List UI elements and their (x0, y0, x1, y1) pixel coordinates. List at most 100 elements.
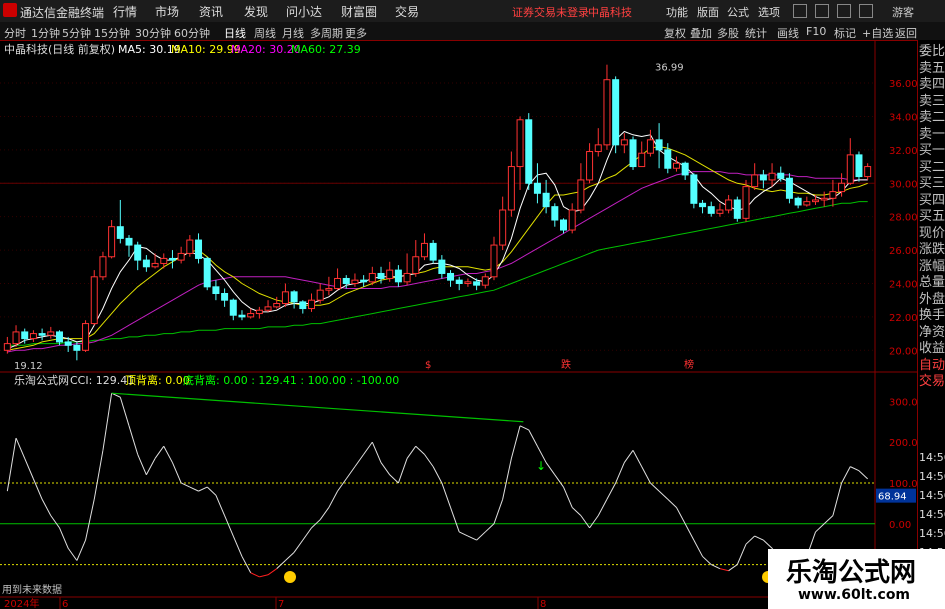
period-tab-3[interactable]: 15分钟 (94, 25, 130, 41)
cci-segment (658, 490, 669, 500)
candle-body (768, 172, 776, 181)
period-tab-2[interactable]: 5分钟 (62, 25, 91, 41)
maximize-icon[interactable] (837, 4, 851, 18)
cci-segment (15, 437, 26, 459)
menu-item-3[interactable]: 发现 (244, 3, 268, 20)
period-tab-6[interactable]: 日线 (224, 25, 246, 41)
side-item-8[interactable]: 买三 (919, 176, 945, 192)
side-item-4[interactable]: 卖二 (919, 110, 945, 126)
candle-body (73, 344, 81, 351)
side-item-13[interactable]: 涨幅 (919, 259, 945, 275)
side-item-3[interactable]: 卖三 (919, 94, 945, 110)
candle-body (151, 262, 159, 268)
tool-button-7[interactable]: +自选 (862, 25, 893, 41)
side-item-10[interactable]: 买五 (919, 209, 945, 225)
period-tab-5[interactable]: 60分钟 (174, 25, 210, 41)
candle-body (751, 174, 759, 188)
tool-button-2[interactable]: 多股 (717, 25, 739, 41)
tool-button-4[interactable]: 画线 (777, 25, 799, 41)
chart-area[interactable]: 36.00 34.00 32.00 30.00 28.00 26.00 24.00 22.00… (0, 40, 945, 609)
right-menu-item-2[interactable]: 公式 (727, 4, 749, 20)
indicator-title: 乐淘公式网 (14, 374, 69, 387)
tool-button-8[interactable]: 返回 (895, 25, 917, 41)
side-item-11[interactable]: 现价 (919, 226, 945, 242)
side-item-2[interactable]: 卖四 (919, 77, 945, 93)
candle-body (394, 269, 402, 283)
side-item-18[interactable]: 收益 (919, 341, 945, 357)
candle-body (38, 333, 46, 336)
candle-body (116, 226, 124, 239)
menu-item-4[interactable]: 问小达 (286, 3, 322, 20)
period-tab-4[interactable]: 30分钟 (135, 25, 171, 41)
period-tab-9[interactable]: 多周期 (310, 25, 343, 41)
price-tick-label: 24.00 (889, 279, 918, 290)
period-tab-1[interactable]: 1分钟 (31, 25, 60, 41)
side-item-14[interactable]: 总量 (919, 275, 945, 291)
candle-body (55, 331, 63, 343)
tool-button-1[interactable]: 叠加 (690, 25, 712, 41)
tool-button-3[interactable]: 统计 (745, 25, 767, 41)
candle-body (255, 309, 263, 315)
candle-body (12, 331, 20, 345)
cci-segment (823, 515, 834, 525)
period-tab-10[interactable]: 更多 (345, 25, 367, 41)
close-icon[interactable] (859, 4, 873, 18)
candle-body (481, 276, 489, 286)
top-divergence: 顶背离: 0.00 (125, 373, 190, 387)
cci-segment (459, 531, 469, 537)
right-menu-item-3[interactable]: 选项 (758, 4, 780, 20)
price-tick-label: 28.00 (889, 213, 918, 224)
menu-item-0[interactable]: 行情 (113, 3, 137, 20)
candle-body (594, 144, 602, 153)
cci-segment (545, 462, 556, 476)
side-item-12[interactable]: 涨跌 (919, 242, 945, 258)
candle-body (525, 119, 533, 184)
gear-icon[interactable] (793, 4, 807, 18)
login-notice[interactable]: 证券交易未登录 (512, 4, 589, 20)
side-item-17[interactable]: 净资 (919, 325, 945, 341)
cci-segment (554, 474, 564, 488)
side-item-16[interactable]: 换手 (919, 308, 945, 324)
candle-body (733, 199, 741, 219)
right-menu-item-0[interactable]: 功能 (666, 4, 688, 20)
tool-button-0[interactable]: 复权 (664, 25, 686, 41)
cci-segment (293, 539, 304, 553)
candle-body (281, 291, 289, 305)
menu-item-5[interactable]: 财富圈 (341, 3, 377, 20)
candle-body (82, 323, 90, 351)
cci-segment (519, 425, 529, 431)
guest-user[interactable]: 游客 (892, 4, 914, 20)
cci-segment (424, 454, 434, 467)
tool-button-6[interactable]: 标记 (834, 25, 856, 41)
side-item-9[interactable]: 买四 (919, 193, 945, 209)
candle-body (672, 162, 680, 169)
ma20-line (7, 171, 868, 353)
cci-segment (476, 531, 486, 541)
menu-item-2[interactable]: 资讯 (199, 3, 223, 20)
side-item-19[interactable]: 自动 (919, 358, 945, 374)
side-item-20[interactable]: 交易 (919, 374, 945, 390)
tool-button-5[interactable]: F10 (806, 25, 826, 38)
menu-item-1[interactable]: 市场 (155, 3, 179, 20)
candle-body (716, 209, 724, 214)
cci-segment (206, 486, 217, 496)
side-item-5[interactable]: 卖一 (919, 127, 945, 143)
side-item-15[interactable]: 外盘 (919, 292, 945, 308)
candle-body (542, 192, 550, 208)
cci-segment (180, 482, 191, 488)
period-tab-0[interactable]: 分时 (4, 25, 26, 41)
cci-segment (510, 425, 521, 459)
menu-item-6[interactable]: 交易 (395, 3, 419, 20)
side-item-6[interactable]: 买一 (919, 143, 945, 159)
watermark-logo: 乐淘公式网 www.60lt.com (768, 549, 945, 609)
right-menu-item-1[interactable]: 版面 (697, 4, 719, 20)
side-item-7[interactable]: 买二 (919, 160, 945, 176)
side-item-1[interactable]: 卖五 (919, 61, 945, 77)
smiley-icon (284, 571, 296, 583)
cci-segment (50, 515, 60, 529)
candle-body (3, 343, 11, 351)
side-item-0[interactable]: 委比 (919, 44, 945, 60)
period-tab-8[interactable]: 月线 (282, 25, 304, 41)
period-tab-7[interactable]: 周线 (254, 25, 276, 41)
minimize-icon[interactable] (815, 4, 829, 18)
